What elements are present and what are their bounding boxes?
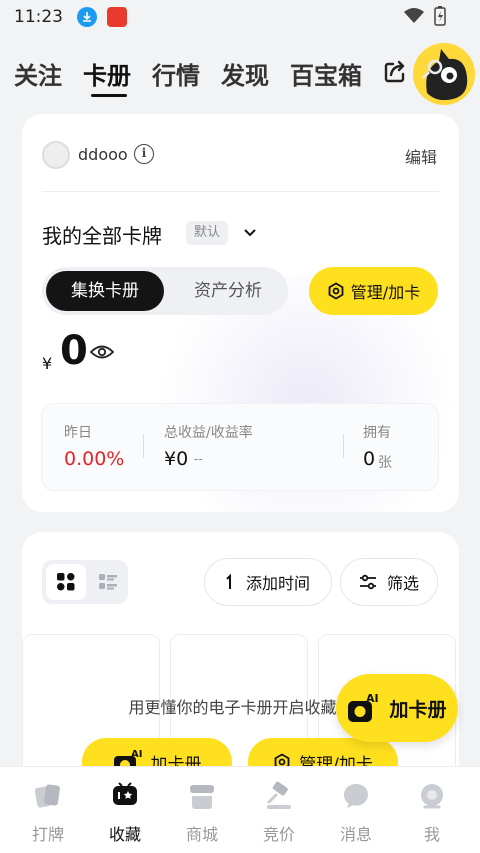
hexagon-settings-icon <box>328 282 344 300</box>
app-notification-icon <box>107 7 127 27</box>
wifi-icon <box>404 8 424 23</box>
yesterday-value: 0.00% <box>64 448 125 470</box>
owned-count: 0 <box>363 448 376 470</box>
yesterday-label: 昨日 <box>64 425 92 441</box>
bottom-tab-label: 消息 <box>339 825 372 844</box>
sort-label: 添加时间 <box>245 574 310 593</box>
tab-treasure-box[interactable]: 百宝箱 <box>290 56 362 91</box>
bottom-tab-collection[interactable]: 收藏 <box>95 777 155 845</box>
filter-icon <box>359 574 376 590</box>
stats-panel: 昨日 0.00% 总收益/收益率 ¥0 -- 拥有 0 张 <box>42 404 438 490</box>
shop-icon <box>190 785 214 809</box>
view-mode-toggle <box>42 560 128 604</box>
bottom-tab-auction[interactable]: 竞价 <box>249 777 309 845</box>
info-icon[interactable]: i <box>134 144 154 164</box>
segment-asset-analysis[interactable]: 资产分析 <box>176 271 280 311</box>
sort-icon <box>226 574 231 589</box>
tab-card-album[interactable]: 卡册 <box>83 56 131 91</box>
bottom-tab-label: 商城 <box>185 825 218 844</box>
filter-label: 筛选 <box>386 574 419 593</box>
filter-button[interactable]: 筛选 <box>340 558 438 606</box>
bottom-tab-label: 收藏 <box>108 825 141 844</box>
manage-label: 管理/加卡 <box>350 283 421 302</box>
download-icon <box>77 7 97 27</box>
tab-follow[interactable]: 关注 <box>14 56 62 91</box>
segment-card-album[interactable]: 集换卡册 <box>46 271 164 311</box>
total-return-rate: -- <box>194 452 203 466</box>
active-tab-indicator <box>91 94 127 97</box>
portfolio-card: ddooo i 编辑 我的全部卡牌 默认 集换卡册 资产分析 管理/加卡 ¥ 0… <box>22 114 459 512</box>
profile-icon <box>421 784 443 809</box>
bottom-tab-me[interactable]: 我 <box>402 777 462 845</box>
bottom-tab-label: 打牌 <box>31 825 64 844</box>
bottom-tab-messages[interactable]: 消息 <box>326 777 386 845</box>
user-avatar[interactable] <box>42 141 70 169</box>
mascot-avatar[interactable] <box>413 43 475 105</box>
battery-icon <box>434 6 446 26</box>
bottom-tab-bar: 打牌 收藏 商城 竞价 消息 我 <box>0 766 480 853</box>
bottom-tab-shop[interactable]: 商城 <box>172 777 232 845</box>
bottom-tab-label: 竞价 <box>262 825 295 844</box>
auction-icon <box>267 781 291 809</box>
ai-badge: AI <box>366 692 379 705</box>
owned-unit: 张 <box>378 455 392 471</box>
balance-amount: 0 <box>60 328 88 374</box>
sort-by-time-button[interactable]: 添加时间 <box>204 558 332 606</box>
divider <box>42 191 439 192</box>
eye-icon[interactable] <box>90 344 114 360</box>
bottom-tab-play[interactable]: 打牌 <box>18 777 78 845</box>
bottom-tab-label: 我 <box>423 825 440 844</box>
edit-button[interactable]: 编辑 <box>405 144 437 168</box>
fab-label: 加卡册 <box>389 698 447 721</box>
chevron-down-icon[interactable] <box>242 224 258 240</box>
default-badge: 默认 <box>186 221 229 245</box>
status-bar: 11:23 <box>0 0 480 34</box>
currency-symbol: ¥ <box>42 354 53 373</box>
message-icon <box>344 784 368 808</box>
ai-camera-icon: AI <box>348 692 379 722</box>
total-return-value: ¥0 <box>164 448 189 470</box>
grid-icon <box>57 573 75 591</box>
collection-icon <box>113 782 137 805</box>
status-time: 11:23 <box>14 7 63 27</box>
grid-view-button[interactable] <box>46 564 86 600</box>
total-return-label: 总收益/收益率 <box>164 425 253 441</box>
deck-title[interactable]: 我的全部卡牌 <box>42 220 162 249</box>
username: ddooo <box>78 145 128 164</box>
view-segment-control: 集换卡册 资产分析 <box>42 267 288 315</box>
floating-add-deck-button[interactable]: AI 加卡册 <box>336 674 458 742</box>
svg-text:AI: AI <box>131 749 142 760</box>
tab-discover[interactable]: 发现 <box>221 56 269 91</box>
list-view-icon[interactable] <box>90 564 126 600</box>
share-icon[interactable] <box>381 58 409 86</box>
manage-add-card-button[interactable]: 管理/加卡 <box>309 267 438 315</box>
tab-market[interactable]: 行情 <box>152 56 200 91</box>
owned-label: 拥有 <box>363 425 391 441</box>
cards-icon <box>34 784 60 808</box>
